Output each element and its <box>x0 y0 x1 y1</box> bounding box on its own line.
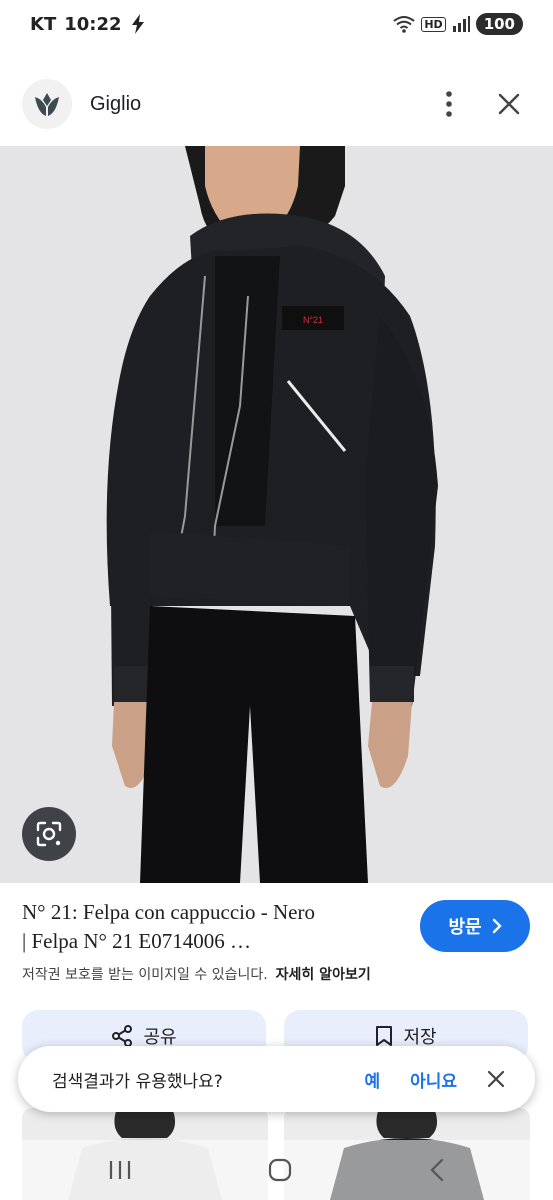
wifi-icon <box>393 16 415 33</box>
chest-patch-text: N°21 <box>303 315 323 325</box>
lens-search-button[interactable] <box>22 807 76 861</box>
learn-more-link[interactable]: 자세히 알아보기 <box>276 967 371 983</box>
lens-icon <box>36 821 62 847</box>
model-figure: N°21 <box>106 146 438 883</box>
bookmark-icon <box>376 1026 393 1046</box>
site-name[interactable]: Giglio <box>90 93 411 116</box>
more-options-button[interactable] <box>427 82 471 126</box>
feedback-no-button[interactable]: 아니요 <box>410 1067 457 1092</box>
status-bar: KT 10:22 HD 100 <box>0 0 553 48</box>
recents-icon[interactable] <box>107 1159 133 1181</box>
close-icon[interactable] <box>487 1070 505 1088</box>
site-logo <box>22 79 72 129</box>
copyright-text: 저작권 보호를 받는 이미지일 수 있습니다. <box>22 967 268 983</box>
giglio-lily-logo <box>35 93 59 116</box>
product-image[interactable]: N°21 <box>0 146 553 883</box>
battery-indicator: 100 <box>475 13 523 35</box>
system-nav-bar <box>0 1140 553 1200</box>
visit-button[interactable]: 방문 <box>420 900 530 952</box>
product-title-line1: N° 21: Felpa con cappuccio - Nero <box>22 900 315 924</box>
share-icon <box>112 1025 133 1047</box>
feedback-question: 검색결과가 유용했나요? <box>52 1071 223 1092</box>
hd-badge: HD <box>421 16 446 32</box>
product-title-line2: | Felpa N° 21 E0714006 … <box>22 929 252 953</box>
copyright-notice: 저작권 보호를 받는 이미지일 수 있습니다. 자세히 알아보기 <box>22 964 371 984</box>
visit-label: 방문 <box>448 917 482 938</box>
close-button[interactable] <box>487 82 531 126</box>
chevron-right-icon <box>492 918 502 934</box>
clock: 10:22 <box>64 13 122 35</box>
site-header: Giglio <box>0 62 553 146</box>
feedback-yes-button[interactable]: 예 <box>364 1067 380 1092</box>
back-icon[interactable] <box>428 1157 446 1183</box>
product-title[interactable]: N° 21: Felpa con cappuccio - Nero | Felp… <box>22 898 402 956</box>
carrier: KT <box>30 13 57 35</box>
home-icon[interactable] <box>267 1157 293 1183</box>
feedback-toast: 검색결과가 유용했나요? 예 아니요 <box>18 1046 535 1112</box>
more-vert-icon <box>446 91 452 117</box>
close-icon <box>498 93 520 115</box>
charging-bolt-icon <box>131 14 144 34</box>
signal-icon <box>452 16 470 32</box>
